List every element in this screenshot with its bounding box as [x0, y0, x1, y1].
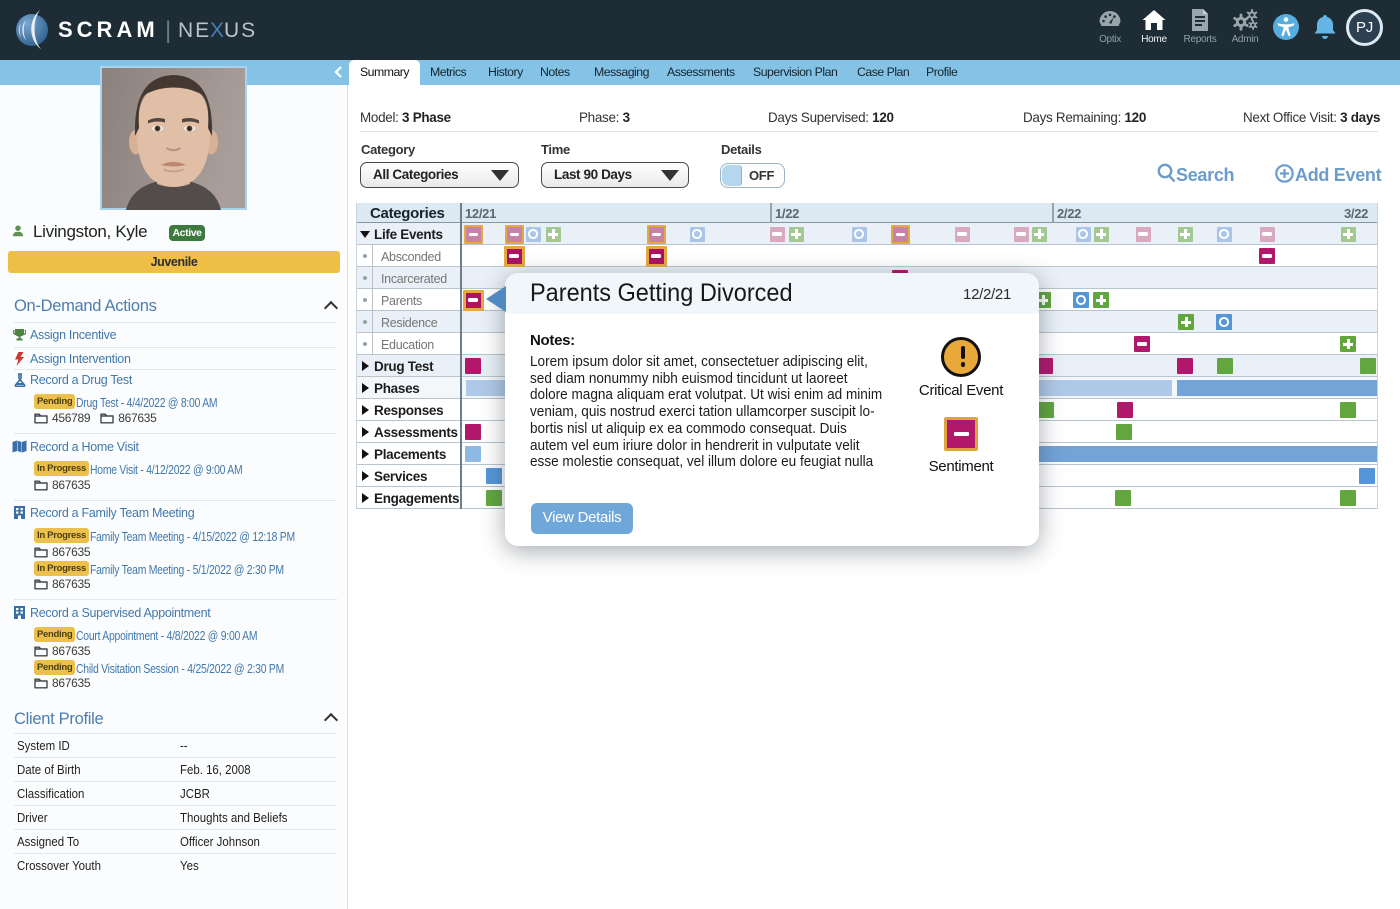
svg-text:NE: NE [178, 19, 211, 42]
svg-text:|: | [165, 17, 171, 44]
svg-text:US: US [224, 19, 257, 42]
svg-text:X: X [210, 19, 224, 42]
svg-text:SCRAM: SCRAM [58, 17, 159, 42]
